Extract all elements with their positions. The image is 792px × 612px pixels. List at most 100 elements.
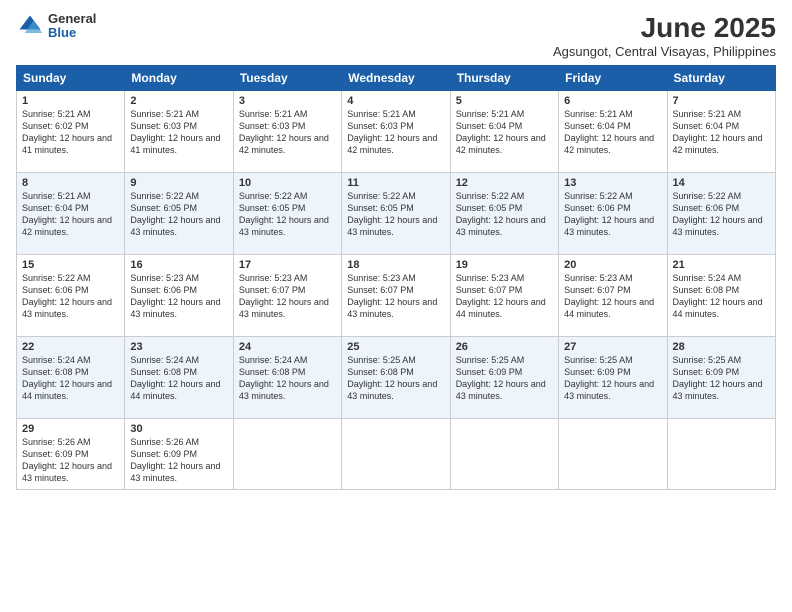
day-info: Sunrise: 5:21 AMSunset: 6:04 PMDaylight:…: [673, 109, 763, 155]
day-number: 22: [22, 341, 119, 353]
day-number: 11: [347, 177, 444, 189]
table-row: 10 Sunrise: 5:22 AMSunset: 6:05 PMDaylig…: [233, 173, 341, 255]
day-info: Sunrise: 5:21 AMSunset: 6:02 PMDaylight:…: [22, 109, 112, 155]
day-info: Sunrise: 5:21 AMSunset: 6:04 PMDaylight:…: [456, 109, 546, 155]
day-info: Sunrise: 5:22 AMSunset: 6:06 PMDaylight:…: [673, 191, 763, 237]
table-row: 19 Sunrise: 5:23 AMSunset: 6:07 PMDaylig…: [450, 255, 558, 337]
day-number: 23: [130, 341, 227, 353]
table-row: 24 Sunrise: 5:24 AMSunset: 6:08 PMDaylig…: [233, 337, 341, 419]
table-row: 9 Sunrise: 5:22 AMSunset: 6:05 PMDayligh…: [125, 173, 233, 255]
day-number: 18: [347, 259, 444, 271]
calendar-week-row: 8 Sunrise: 5:21 AMSunset: 6:04 PMDayligh…: [17, 173, 776, 255]
table-row: [450, 419, 558, 490]
calendar-week-row: 22 Sunrise: 5:24 AMSunset: 6:08 PMDaylig…: [17, 337, 776, 419]
day-number: 15: [22, 259, 119, 271]
table-row: 15 Sunrise: 5:22 AMSunset: 6:06 PMDaylig…: [17, 255, 125, 337]
table-row: 21 Sunrise: 5:24 AMSunset: 6:08 PMDaylig…: [667, 255, 775, 337]
header-saturday: Saturday: [667, 66, 775, 91]
table-row: 29 Sunrise: 5:26 AMSunset: 6:09 PMDaylig…: [17, 419, 125, 490]
table-row: 5 Sunrise: 5:21 AMSunset: 6:04 PMDayligh…: [450, 91, 558, 173]
day-number: 9: [130, 177, 227, 189]
day-number: 2: [130, 95, 227, 107]
day-info: Sunrise: 5:24 AMSunset: 6:08 PMDaylight:…: [130, 355, 220, 401]
day-info: Sunrise: 5:21 AMSunset: 6:03 PMDaylight:…: [347, 109, 437, 155]
day-number: 4: [347, 95, 444, 107]
day-number: 3: [239, 95, 336, 107]
day-info: Sunrise: 5:22 AMSunset: 6:05 PMDaylight:…: [456, 191, 546, 237]
table-row: 16 Sunrise: 5:23 AMSunset: 6:06 PMDaylig…: [125, 255, 233, 337]
day-info: Sunrise: 5:24 AMSunset: 6:08 PMDaylight:…: [22, 355, 112, 401]
day-number: 30: [130, 423, 227, 435]
table-row: 18 Sunrise: 5:23 AMSunset: 6:07 PMDaylig…: [342, 255, 450, 337]
day-number: 14: [673, 177, 770, 189]
day-info: Sunrise: 5:21 AMSunset: 6:04 PMDaylight:…: [22, 191, 112, 237]
calendar-week-row: 15 Sunrise: 5:22 AMSunset: 6:06 PMDaylig…: [17, 255, 776, 337]
day-number: 5: [456, 95, 553, 107]
day-info: Sunrise: 5:26 AMSunset: 6:09 PMDaylight:…: [22, 437, 112, 483]
header-monday: Monday: [125, 66, 233, 91]
table-row: 11 Sunrise: 5:22 AMSunset: 6:05 PMDaylig…: [342, 173, 450, 255]
day-number: 16: [130, 259, 227, 271]
header-thursday: Thursday: [450, 66, 558, 91]
table-row: 12 Sunrise: 5:22 AMSunset: 6:05 PMDaylig…: [450, 173, 558, 255]
table-row: 3 Sunrise: 5:21 AMSunset: 6:03 PMDayligh…: [233, 91, 341, 173]
location-subtitle: Agsungot, Central Visayas, Philippines: [553, 44, 776, 59]
table-row: 14 Sunrise: 5:22 AMSunset: 6:06 PMDaylig…: [667, 173, 775, 255]
day-info: Sunrise: 5:25 AMSunset: 6:08 PMDaylight:…: [347, 355, 437, 401]
day-number: 27: [564, 341, 661, 353]
day-number: 26: [456, 341, 553, 353]
calendar-table: Sunday Monday Tuesday Wednesday Thursday…: [16, 65, 776, 490]
table-row: 4 Sunrise: 5:21 AMSunset: 6:03 PMDayligh…: [342, 91, 450, 173]
day-info: Sunrise: 5:22 AMSunset: 6:05 PMDaylight:…: [239, 191, 329, 237]
table-row: 1 Sunrise: 5:21 AMSunset: 6:02 PMDayligh…: [17, 91, 125, 173]
day-info: Sunrise: 5:23 AMSunset: 6:07 PMDaylight:…: [347, 273, 437, 319]
day-number: 29: [22, 423, 119, 435]
day-info: Sunrise: 5:23 AMSunset: 6:07 PMDaylight:…: [564, 273, 654, 319]
table-row: 23 Sunrise: 5:24 AMSunset: 6:08 PMDaylig…: [125, 337, 233, 419]
day-info: Sunrise: 5:23 AMSunset: 6:07 PMDaylight:…: [239, 273, 329, 319]
title-block: June 2025 Agsungot, Central Visayas, Phi…: [553, 12, 776, 59]
logo-blue-label: Blue: [48, 26, 96, 40]
day-info: Sunrise: 5:21 AMSunset: 6:03 PMDaylight:…: [130, 109, 220, 155]
day-number: 24: [239, 341, 336, 353]
logo-general-label: General: [48, 12, 96, 26]
table-row: 2 Sunrise: 5:21 AMSunset: 6:03 PMDayligh…: [125, 91, 233, 173]
day-info: Sunrise: 5:22 AMSunset: 6:06 PMDaylight:…: [22, 273, 112, 319]
day-number: 19: [456, 259, 553, 271]
day-number: 8: [22, 177, 119, 189]
day-info: Sunrise: 5:25 AMSunset: 6:09 PMDaylight:…: [673, 355, 763, 401]
weekday-header-row: Sunday Monday Tuesday Wednesday Thursday…: [17, 66, 776, 91]
day-info: Sunrise: 5:24 AMSunset: 6:08 PMDaylight:…: [239, 355, 329, 401]
day-info: Sunrise: 5:21 AMSunset: 6:03 PMDaylight:…: [239, 109, 329, 155]
page: General Blue June 2025 Agsungot, Central…: [0, 0, 792, 612]
logo-text: General Blue: [48, 12, 96, 41]
header-friday: Friday: [559, 66, 667, 91]
logo: General Blue: [16, 12, 96, 41]
day-number: 1: [22, 95, 119, 107]
table-row: 28 Sunrise: 5:25 AMSunset: 6:09 PMDaylig…: [667, 337, 775, 419]
day-number: 20: [564, 259, 661, 271]
table-row: 22 Sunrise: 5:24 AMSunset: 6:08 PMDaylig…: [17, 337, 125, 419]
day-info: Sunrise: 5:23 AMSunset: 6:06 PMDaylight:…: [130, 273, 220, 319]
table-row: 26 Sunrise: 5:25 AMSunset: 6:09 PMDaylig…: [450, 337, 558, 419]
table-row: 13 Sunrise: 5:22 AMSunset: 6:06 PMDaylig…: [559, 173, 667, 255]
table-row: 30 Sunrise: 5:26 AMSunset: 6:09 PMDaylig…: [125, 419, 233, 490]
table-row: 25 Sunrise: 5:25 AMSunset: 6:08 PMDaylig…: [342, 337, 450, 419]
calendar-week-row: 1 Sunrise: 5:21 AMSunset: 6:02 PMDayligh…: [17, 91, 776, 173]
header-wednesday: Wednesday: [342, 66, 450, 91]
day-info: Sunrise: 5:22 AMSunset: 6:06 PMDaylight:…: [564, 191, 654, 237]
table-row: 20 Sunrise: 5:23 AMSunset: 6:07 PMDaylig…: [559, 255, 667, 337]
header: General Blue June 2025 Agsungot, Central…: [16, 12, 776, 59]
month-title: June 2025: [553, 12, 776, 44]
day-info: Sunrise: 5:23 AMSunset: 6:07 PMDaylight:…: [456, 273, 546, 319]
day-number: 7: [673, 95, 770, 107]
table-row: [342, 419, 450, 490]
table-row: [233, 419, 341, 490]
day-info: Sunrise: 5:25 AMSunset: 6:09 PMDaylight:…: [456, 355, 546, 401]
table-row: 8 Sunrise: 5:21 AMSunset: 6:04 PMDayligh…: [17, 173, 125, 255]
table-row: 6 Sunrise: 5:21 AMSunset: 6:04 PMDayligh…: [559, 91, 667, 173]
day-number: 10: [239, 177, 336, 189]
day-info: Sunrise: 5:22 AMSunset: 6:05 PMDaylight:…: [130, 191, 220, 237]
header-sunday: Sunday: [17, 66, 125, 91]
logo-icon: [16, 12, 44, 40]
